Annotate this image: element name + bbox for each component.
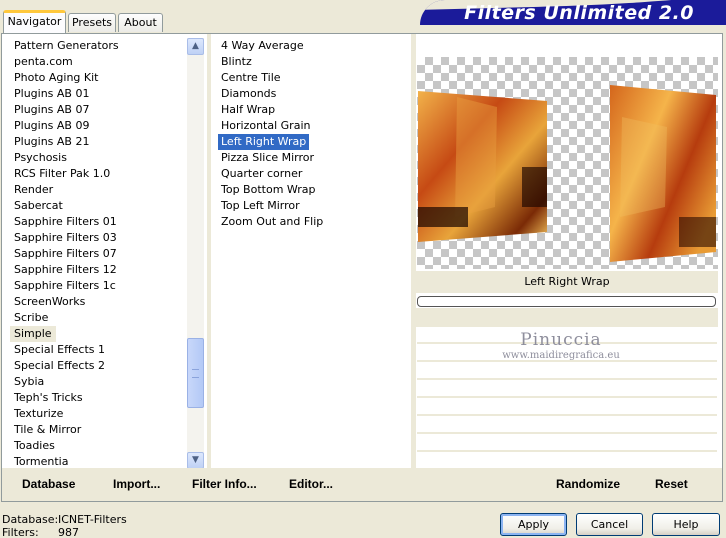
parameter-row xyxy=(417,363,717,380)
filter-item[interactable]: Quarter corner xyxy=(218,166,305,182)
help-button[interactable]: Help xyxy=(652,513,720,536)
category-item[interactable]: Special Effects 2 xyxy=(10,358,109,374)
category-item[interactable]: Sapphire Filters 07 xyxy=(10,246,121,262)
tab-presets[interactable]: Presets xyxy=(68,13,116,32)
category-scrollbar[interactable]: ▲ ▼ xyxy=(187,38,204,469)
preview-image xyxy=(417,57,718,269)
category-item[interactable]: Plugins AB 21 xyxy=(10,134,93,150)
preview-filter-name: Left Right Wrap xyxy=(416,271,718,293)
filter-list[interactable]: 4 Way Average Blintz Centre Tile Diamonds Ha… xyxy=(218,38,408,468)
filter-item[interactable]: Half Wrap xyxy=(218,102,278,118)
filter-item[interactable]: Top Left Mirror xyxy=(218,198,303,214)
import-button[interactable]: Import... xyxy=(113,477,160,491)
filter-item[interactable]: Zoom Out and Flip xyxy=(218,214,326,230)
filter-info-button[interactable]: Filter Info... xyxy=(192,477,257,491)
category-item[interactable]: Plugins AB 07 xyxy=(10,102,93,118)
filter-item[interactable]: Horizontal Grain xyxy=(218,118,313,134)
tab-about[interactable]: About xyxy=(118,13,163,32)
category-item[interactable]: Photo Aging Kit xyxy=(10,70,102,86)
app-title: Filters Unlimited 2.0 xyxy=(464,2,694,24)
watermark-site: www.maidiregrafica.eu xyxy=(502,350,620,361)
category-item[interactable]: Psychosis xyxy=(10,150,71,166)
divider xyxy=(411,34,416,501)
scroll-down-button[interactable]: ▼ xyxy=(187,452,204,469)
preview-artwork xyxy=(418,85,716,262)
parameter-row xyxy=(417,435,717,452)
category-item[interactable]: ScreenWorks xyxy=(10,294,89,310)
category-item[interactable]: penta.com xyxy=(10,54,77,70)
randomize-button[interactable]: Randomize xyxy=(556,477,620,491)
parameter-slider[interactable] xyxy=(417,296,716,307)
slider-area xyxy=(416,308,718,327)
scroll-thumb[interactable] xyxy=(187,338,204,408)
category-item[interactable]: Sabercat xyxy=(10,198,67,214)
category-item[interactable]: Sapphire Filters 03 xyxy=(10,230,121,246)
filter-item[interactable]: Left Right Wrap xyxy=(218,134,310,150)
filters-count-label: Filters: xyxy=(2,526,39,538)
scroll-up-button[interactable]: ▲ xyxy=(187,38,204,55)
navigator-panel: Pattern Generators penta.com Photo Aging K… xyxy=(1,33,723,502)
category-item[interactable]: Sapphire Filters 1c xyxy=(10,278,120,294)
database-label: Database: xyxy=(2,513,59,526)
filter-item[interactable]: Top Bottom Wrap xyxy=(218,182,319,198)
title-banner: Filters Unlimited 2.0 xyxy=(420,0,726,25)
filter-item[interactable]: 4 Way Average xyxy=(218,38,307,54)
category-item[interactable]: Plugins AB 01 xyxy=(10,86,93,102)
category-item[interactable]: Teph's Tricks xyxy=(10,390,87,406)
category-item[interactable]: Pattern Generators xyxy=(10,38,123,54)
filters-count-value: 987 xyxy=(58,526,79,538)
editor-button[interactable]: Editor... xyxy=(289,477,333,491)
watermark: Pinuccia www.maidiregrafica.eu xyxy=(456,330,666,362)
apply-button[interactable]: Apply xyxy=(500,513,567,536)
divider xyxy=(207,34,211,468)
category-item[interactable]: Scribe xyxy=(10,310,52,326)
category-item[interactable]: Sapphire Filters 12 xyxy=(10,262,121,278)
status-info: Database:ICNET-Filters Filters: 987 xyxy=(2,514,127,538)
category-item[interactable]: RCS Filter Pak 1.0 xyxy=(10,166,114,182)
category-item[interactable]: Special Effects 1 xyxy=(10,342,109,358)
category-item[interactable]: Render xyxy=(10,182,57,198)
category-item[interactable]: Toadies xyxy=(10,438,59,454)
category-item[interactable]: Plugins AB 09 xyxy=(10,118,93,134)
filter-item[interactable]: Pizza Slice Mirror xyxy=(218,150,317,166)
database-button[interactable]: Database xyxy=(22,477,75,491)
watermark-name: Pinuccia xyxy=(520,330,602,350)
filter-item[interactable]: Diamonds xyxy=(218,86,279,102)
reset-button[interactable]: Reset xyxy=(655,477,688,491)
category-list[interactable]: Pattern Generators penta.com Photo Aging K… xyxy=(10,38,186,472)
category-item[interactable]: Sybia xyxy=(10,374,48,390)
category-item[interactable]: Texturize xyxy=(10,406,67,422)
cancel-button[interactable]: Cancel xyxy=(576,513,643,536)
category-item[interactable]: Simple xyxy=(10,326,56,342)
database-value: ICNET-Filters xyxy=(58,513,127,526)
parameter-row xyxy=(417,399,717,416)
panel-button-bar: Database Import... Filter Info... Editor… xyxy=(2,468,722,501)
parameter-row xyxy=(417,381,717,398)
category-item[interactable]: Tile & Mirror xyxy=(10,422,85,438)
tab-navigator[interactable]: Navigator xyxy=(3,10,66,33)
filter-item[interactable]: Blintz xyxy=(218,54,255,70)
filter-item[interactable]: Centre Tile xyxy=(218,70,284,86)
parameter-row xyxy=(417,417,717,434)
category-item[interactable]: Sapphire Filters 01 xyxy=(10,214,121,230)
